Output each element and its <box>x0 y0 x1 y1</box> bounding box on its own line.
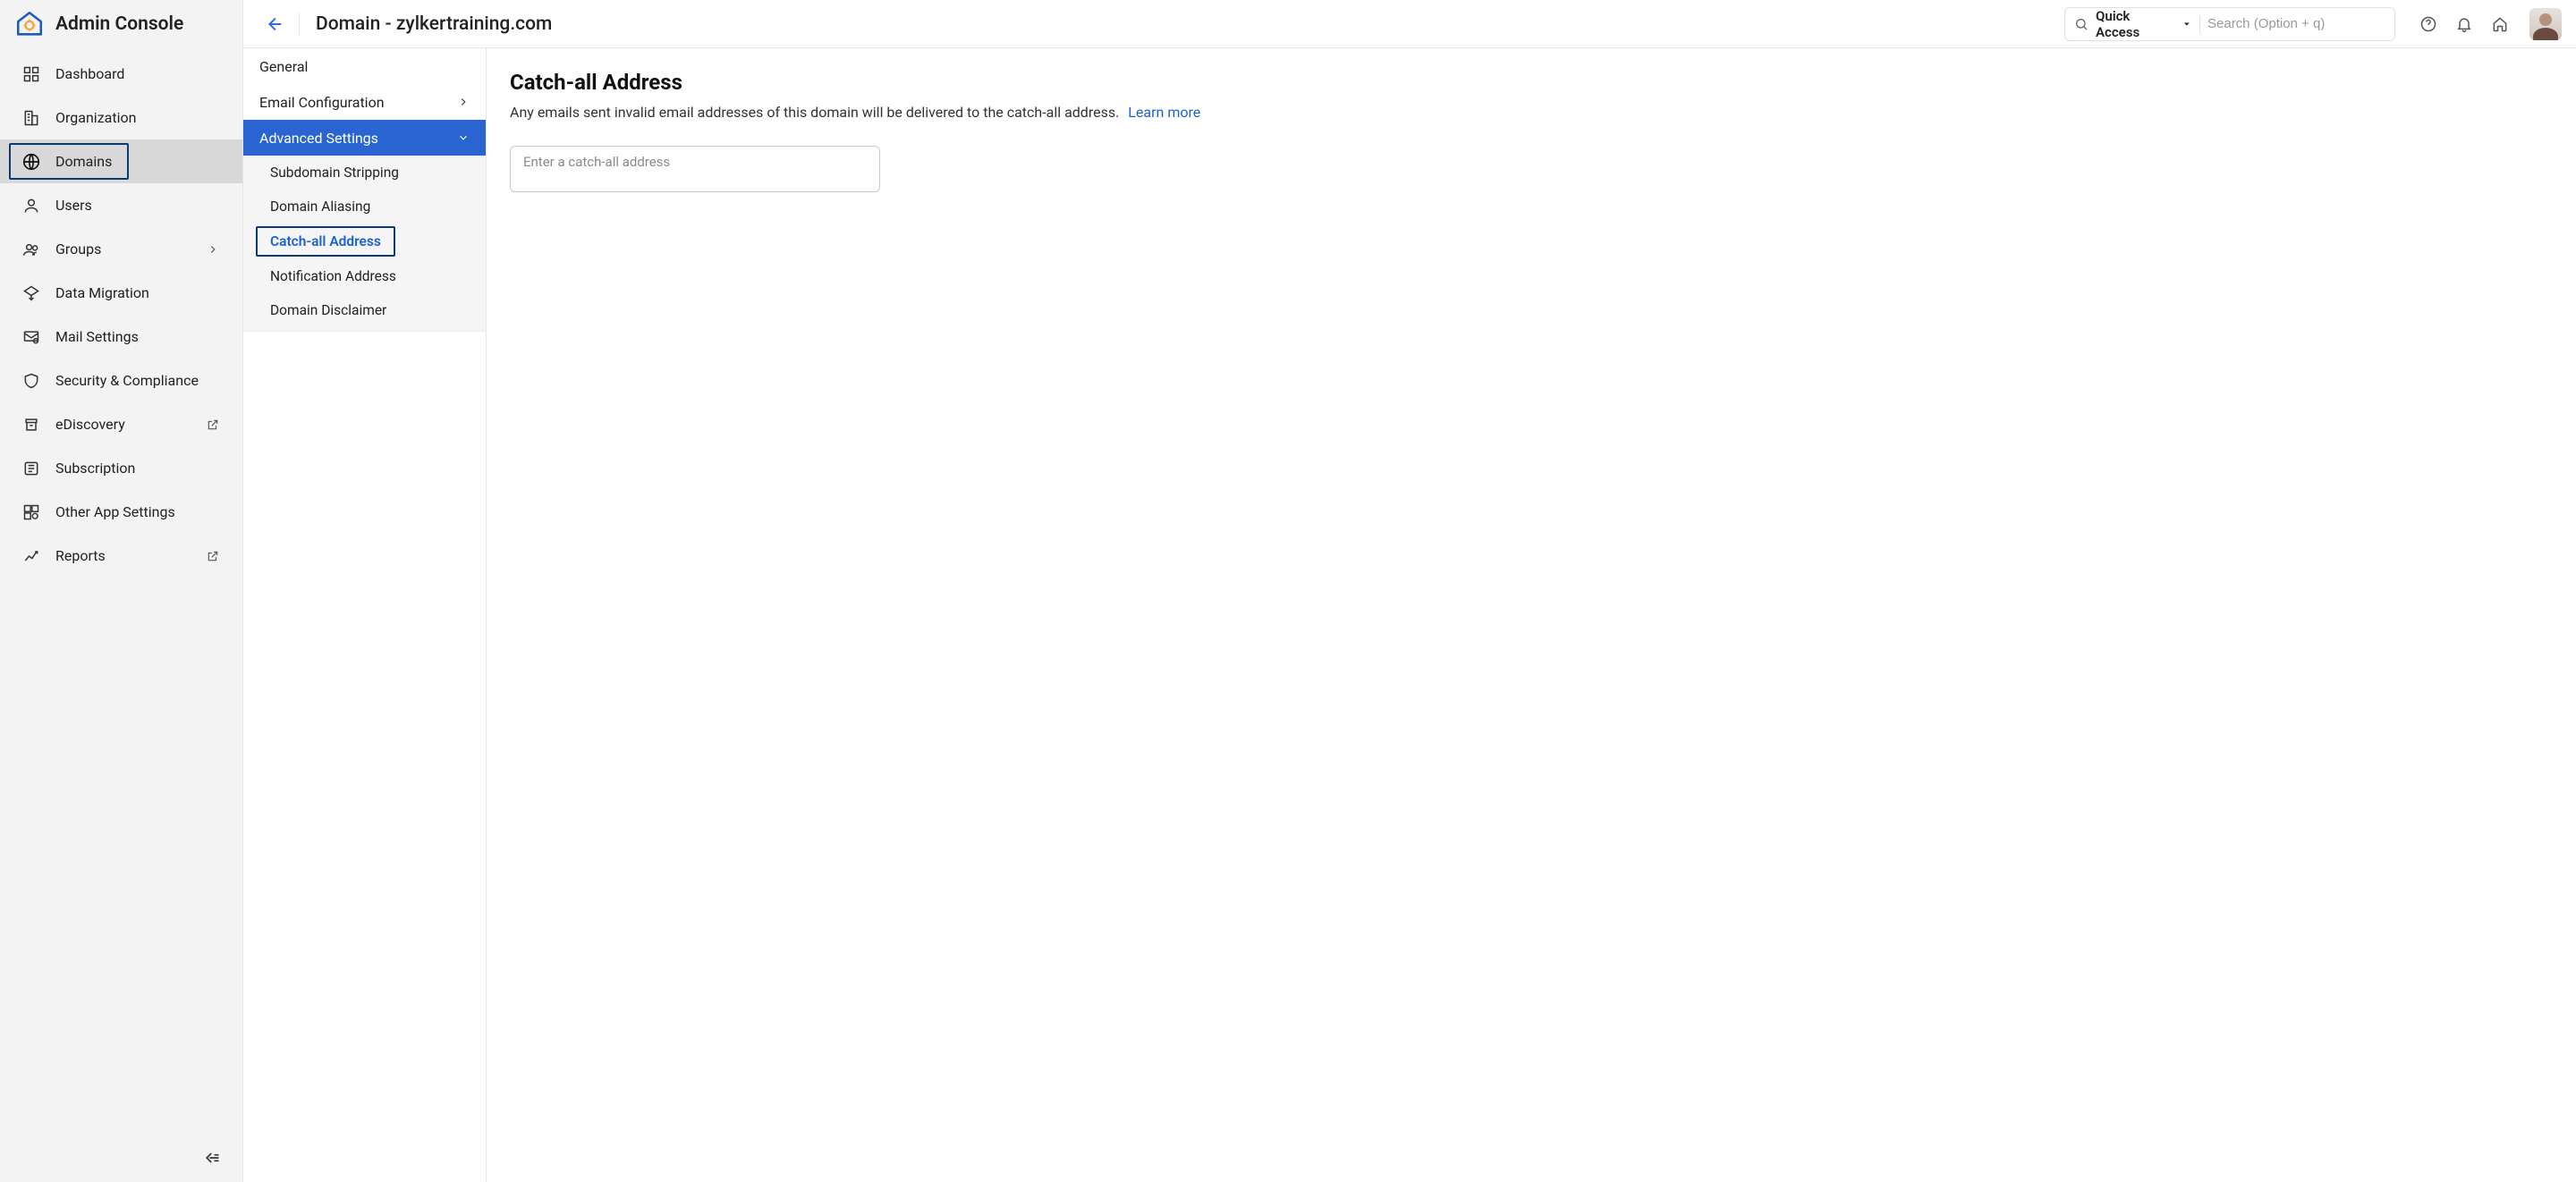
sidebar-item-groups[interactable]: Groups <box>0 227 242 271</box>
page-title: Domain - zylkertraining.com <box>316 13 552 35</box>
chevron-down-icon <box>457 131 470 144</box>
dashboard-icon <box>21 64 41 84</box>
user-icon <box>21 196 41 215</box>
subnav-sub-notification-address[interactable]: Notification Address <box>243 259 486 293</box>
sidebar-item-label: Other App Settings <box>55 503 221 520</box>
sidebar-item-label: Subscription <box>55 460 221 477</box>
learn-more-link[interactable]: Learn more <box>1128 104 1200 121</box>
building-icon <box>21 108 41 128</box>
sidebar-item-label: Dashboard <box>55 65 221 82</box>
domain-subnav: General Email Configuration Advanced Set… <box>243 48 487 1182</box>
topbar-icon-group <box>2419 8 2562 40</box>
sidebar-nav: Dashboard Organization Domains User <box>0 48 242 1134</box>
content-title: Catch-all Address <box>510 70 2553 95</box>
bell-icon[interactable] <box>2454 14 2474 34</box>
subnav-sub-domain-disclaimer[interactable]: Domain Disclaimer <box>243 293 486 327</box>
subnav-label: Email Configuration <box>259 94 385 111</box>
sidebar-item-label: Mail Settings <box>55 328 221 345</box>
external-link-icon <box>205 417 221 433</box>
external-link-icon <box>205 548 221 564</box>
sidebar: Admin Console Dashboard Organization <box>0 0 243 1182</box>
sidebar-item-label: Data Migration <box>55 284 221 301</box>
sidebar-item-users[interactable]: Users <box>0 183 242 227</box>
sidebar-item-label: Users <box>55 197 221 214</box>
sidebar-item-label: Security & Compliance <box>55 372 221 389</box>
quick-access-label: Quick Access <box>2096 8 2174 40</box>
sidebar-item-label: Groups <box>55 241 191 258</box>
search-icon <box>2074 17 2089 31</box>
globe-icon <box>21 152 41 172</box>
user-avatar[interactable] <box>2529 8 2562 40</box>
home-icon[interactable] <box>2490 14 2510 34</box>
sidebar-footer <box>0 1134 242 1182</box>
collapse-sidebar-icon[interactable] <box>203 1149 221 1167</box>
subnav-item-email-configuration[interactable]: Email Configuration <box>243 84 486 120</box>
sidebar-item-ediscovery[interactable]: eDiscovery <box>0 402 242 446</box>
app-logo-icon <box>14 9 45 39</box>
mail-settings-icon <box>21 327 41 347</box>
subnav-item-advanced-settings[interactable]: Advanced Settings <box>243 120 486 156</box>
subnav-item-general[interactable]: General <box>243 48 486 84</box>
sidebar-item-label: Domains <box>55 153 221 170</box>
content-description: Any emails sent invalid email addresses … <box>510 104 2553 121</box>
sidebar-item-label: Organization <box>55 109 221 126</box>
help-icon[interactable] <box>2419 14 2438 34</box>
sidebar-item-label: eDiscovery <box>55 416 191 433</box>
quick-access-dropdown[interactable]: Quick Access <box>2096 8 2192 40</box>
chevron-right-icon <box>457 96 470 108</box>
sidebar-item-subscription[interactable]: Subscription <box>0 446 242 490</box>
subnav-sub-subdomain-stripping[interactable]: Subdomain Stripping <box>243 156 486 190</box>
caret-down-icon <box>2182 19 2192 30</box>
search-input[interactable] <box>2207 16 2385 31</box>
content-area: Catch-all Address Any emails sent invali… <box>487 48 2576 1182</box>
brand-title: Admin Console <box>55 13 183 35</box>
divider <box>2199 15 2200 33</box>
subscription-icon <box>21 459 41 478</box>
subnav-sub-catch-all-address[interactable]: Catch-all Address <box>243 224 486 259</box>
users-icon <box>21 240 41 259</box>
subnav-sub-label: Catch-all Address <box>256 226 395 257</box>
subnav-advanced-subgroup: Subdomain Stripping Domain Aliasing Catc… <box>243 156 486 332</box>
subnav-label: Advanced Settings <box>259 130 378 147</box>
catch-all-input[interactable]: Enter a catch-all address <box>510 146 880 192</box>
sidebar-item-data-migration[interactable]: Data Migration <box>0 271 242 315</box>
brand: Admin Console <box>0 0 242 48</box>
sidebar-item-security[interactable]: Security & Compliance <box>0 359 242 402</box>
sidebar-item-label: Reports <box>55 547 191 564</box>
subnav-sub-domain-aliasing[interactable]: Domain Aliasing <box>243 190 486 224</box>
sidebar-item-domains[interactable]: Domains <box>0 139 242 183</box>
divider <box>299 13 300 36</box>
archive-icon <box>21 415 41 435</box>
chevron-right-icon <box>205 241 221 258</box>
shield-icon <box>21 371 41 391</box>
migration-icon <box>21 283 41 303</box>
sidebar-item-mail-settings[interactable]: Mail Settings <box>0 315 242 359</box>
chart-icon <box>21 546 41 566</box>
back-button[interactable] <box>261 12 286 37</box>
sidebar-item-organization[interactable]: Organization <box>0 96 242 139</box>
topbar: Domain - zylkertraining.com Quick Access <box>243 0 2576 48</box>
description-text: Any emails sent invalid email addresses … <box>510 104 1119 121</box>
sidebar-item-other-app-settings[interactable]: Other App Settings <box>0 490 242 534</box>
sidebar-item-reports[interactable]: Reports <box>0 534 242 578</box>
apps-settings-icon <box>21 502 41 522</box>
input-placeholder-label: Enter a catch-all address <box>523 154 867 170</box>
sidebar-item-dashboard[interactable]: Dashboard <box>0 52 242 96</box>
quick-search-box: Quick Access <box>2064 7 2395 41</box>
